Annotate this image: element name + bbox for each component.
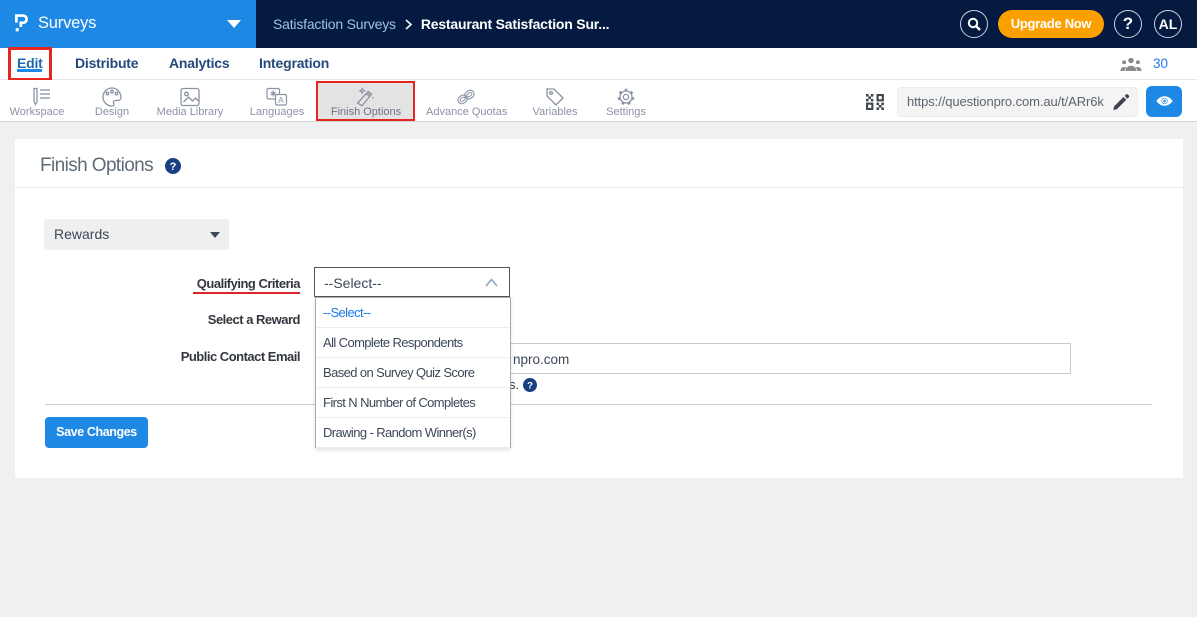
svg-text:A: A bbox=[278, 95, 284, 105]
svg-text:✱: ✱ bbox=[270, 90, 277, 99]
svg-text:?: ? bbox=[170, 161, 177, 173]
svg-text:?: ? bbox=[527, 381, 533, 392]
